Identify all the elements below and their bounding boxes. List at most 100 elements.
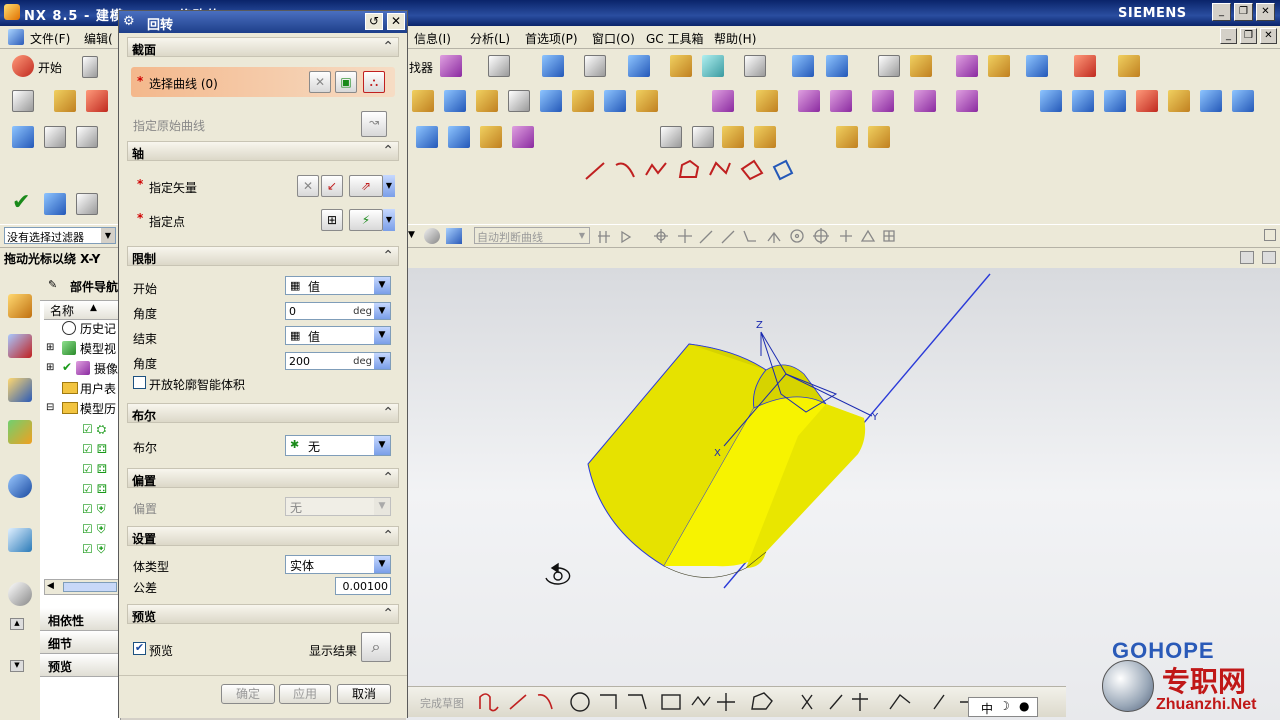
dialog-title-bar[interactable]: ⚙ 回转 ↺ ✕ xyxy=(119,11,407,33)
sketch-section-icon[interactable]: ⛬ xyxy=(363,71,385,93)
offset-region-icon[interactable] xyxy=(872,90,894,112)
trim-body-icon[interactable] xyxy=(572,90,594,112)
boolean-select[interactable]: ✱ 无 ▼ xyxy=(285,435,391,456)
section-header-offset[interactable]: 偏置 ⌃ xyxy=(127,468,399,488)
scroll-left-icon[interactable]: ◀ xyxy=(47,581,54,591)
preview-checkbox[interactable]: ✔ xyxy=(133,642,146,655)
vector-deselect-icon[interactable]: ✕ xyxy=(297,175,319,197)
expand-icon[interactable]: ⊞ xyxy=(46,342,54,353)
layer-icon[interactable] xyxy=(670,55,692,77)
surface-3-icon[interactable] xyxy=(1104,90,1126,112)
surface-4-icon[interactable] xyxy=(1136,90,1158,112)
delete-face-icon[interactable] xyxy=(956,90,978,112)
feature-row-2[interactable]: ☑ ⚃ xyxy=(82,442,107,456)
grid-icon[interactable] xyxy=(1074,55,1096,77)
section-header-section[interactable]: 截面 ⌃ xyxy=(127,37,399,57)
scroll-thumb[interactable] xyxy=(63,582,117,592)
section-header-settings[interactable]: 设置 ⌃ xyxy=(127,526,399,546)
point-dropdown-icon[interactable]: ▼ xyxy=(383,209,395,231)
edge-blend-icon[interactable] xyxy=(444,90,466,112)
cube-filter-icon[interactable] xyxy=(446,228,462,244)
finish-sketch-label[interactable]: 完成草图 xyxy=(420,695,464,711)
collapse-section-icon[interactable]: ⌃ xyxy=(382,248,394,264)
vector-type-icon[interactable]: ⇗ xyxy=(349,175,383,197)
part-icon[interactable] xyxy=(44,193,66,215)
fit-view-icon[interactable] xyxy=(542,55,564,77)
surface-2-icon[interactable] xyxy=(1072,90,1094,112)
point-set-icon[interactable] xyxy=(722,126,744,148)
horizontal-scrollbar[interactable]: ◀ xyxy=(44,579,120,595)
start-type-select[interactable]: ▦ 值 ▼ xyxy=(285,276,391,295)
type-filter-select[interactable]: 没有选择过滤器 ▼ xyxy=(4,227,116,244)
close-button[interactable]: ✕ xyxy=(1256,3,1275,21)
ok-button[interactable]: 确定 xyxy=(221,684,275,704)
background-icon[interactable] xyxy=(744,55,766,77)
collapse-section-icon[interactable]: ⌃ xyxy=(382,606,394,622)
collapse-section-icon[interactable]: ⌃ xyxy=(382,470,394,486)
menu-info[interactable]: 信息(I) xyxy=(414,30,451,47)
menu-file[interactable]: 文件(F) xyxy=(30,30,70,47)
replace-face-icon[interactable] xyxy=(914,90,936,112)
spreadsheet-icon[interactable] xyxy=(692,126,714,148)
collapse-section-icon[interactable]: ⌃ xyxy=(382,39,394,55)
measure-icon[interactable] xyxy=(988,55,1010,77)
feature-row-1[interactable]: ☑ ⛭ xyxy=(82,422,106,437)
show-hide-icon[interactable] xyxy=(1026,55,1048,77)
section-header-boolean[interactable]: 布尔 ⌃ xyxy=(127,403,399,423)
menu-analysis[interactable]: 分析(L) xyxy=(470,30,510,47)
surface-7-icon[interactable] xyxy=(1232,90,1254,112)
collapse-section-icon[interactable]: ⌃ xyxy=(382,528,394,544)
gear-icon[interactable]: ⚙ xyxy=(123,14,135,29)
section-header-limits[interactable]: 限制 ⌃ xyxy=(127,246,399,266)
point-dialog-icon[interactable]: ⊞ xyxy=(321,209,343,231)
layer-settings-icon[interactable] xyxy=(76,126,98,148)
close-view-icon[interactable] xyxy=(1262,251,1276,264)
deselect-icon[interactable]: ✕ xyxy=(309,71,331,93)
new-file-icon[interactable] xyxy=(82,56,98,78)
cube-view-icon[interactable] xyxy=(628,55,650,77)
vector-dropdown-icon[interactable]: ▼ xyxy=(383,175,395,197)
feature-row-6[interactable]: ☑ ⛨ xyxy=(82,522,106,537)
end-angle-input[interactable]: 200 deg ▼ xyxy=(285,352,391,370)
section-header-preview[interactable]: 预览 ⌃ xyxy=(127,604,399,624)
wcs-icon[interactable] xyxy=(826,55,848,77)
feature-row-3[interactable]: ☑ ⚃ xyxy=(82,462,107,476)
ime-bar[interactable]: 中 ☽ ● xyxy=(968,697,1038,717)
assembly-navigator-icon[interactable] xyxy=(8,294,32,318)
restore-view-icon[interactable] xyxy=(1240,251,1254,264)
ruler-icon[interactable] xyxy=(1118,55,1140,77)
angle-menu-icon[interactable]: ▼ xyxy=(374,353,390,369)
triangle-icon[interactable] xyxy=(660,126,682,148)
feature-row-7[interactable]: ☑ ⛨ xyxy=(82,542,106,557)
start-icon[interactable] xyxy=(12,55,34,77)
pattern-icon[interactable] xyxy=(636,90,658,112)
draft-icon[interactable] xyxy=(540,90,562,112)
extrude-icon[interactable] xyxy=(54,90,76,112)
split-body-icon[interactable] xyxy=(604,90,626,112)
layers-icon[interactable] xyxy=(44,126,66,148)
restore-button[interactable]: ❐ xyxy=(1234,3,1253,21)
cylinder-icon[interactable] xyxy=(416,126,438,148)
analysis-icon[interactable] xyxy=(910,55,932,77)
web-browser-icon[interactable] xyxy=(8,528,32,552)
info-window-icon[interactable] xyxy=(8,474,32,498)
pointer-select-icon[interactable] xyxy=(440,55,462,77)
reset-icon[interactable]: ↺ xyxy=(365,13,383,30)
menu-help[interactable]: 帮助(H) xyxy=(714,30,756,47)
cancel-button[interactable]: 取消 xyxy=(337,684,391,704)
tools-icon[interactable] xyxy=(512,126,534,148)
surface-6-icon[interactable] xyxy=(1200,90,1222,112)
finish-check-icon[interactable]: ✔ xyxy=(12,192,34,215)
menu-preferences[interactable]: 首选项(P) xyxy=(525,30,578,47)
list-icon[interactable] xyxy=(76,193,98,215)
part-navigator-icon[interactable] xyxy=(8,378,32,402)
move-object-icon[interactable] xyxy=(792,55,814,77)
curve-group-icon[interactable] xyxy=(754,126,776,148)
surface-5-icon[interactable] xyxy=(1168,90,1190,112)
section-view-icon[interactable] xyxy=(702,55,724,77)
doc-restore-button[interactable]: ❐ xyxy=(1240,28,1257,44)
chamfer-icon[interactable] xyxy=(476,90,498,112)
dialog-close-button[interactable]: ✕ xyxy=(387,13,405,30)
datum-csys-icon[interactable] xyxy=(12,126,34,148)
angle-menu-icon[interactable]: ▼ xyxy=(374,303,390,319)
